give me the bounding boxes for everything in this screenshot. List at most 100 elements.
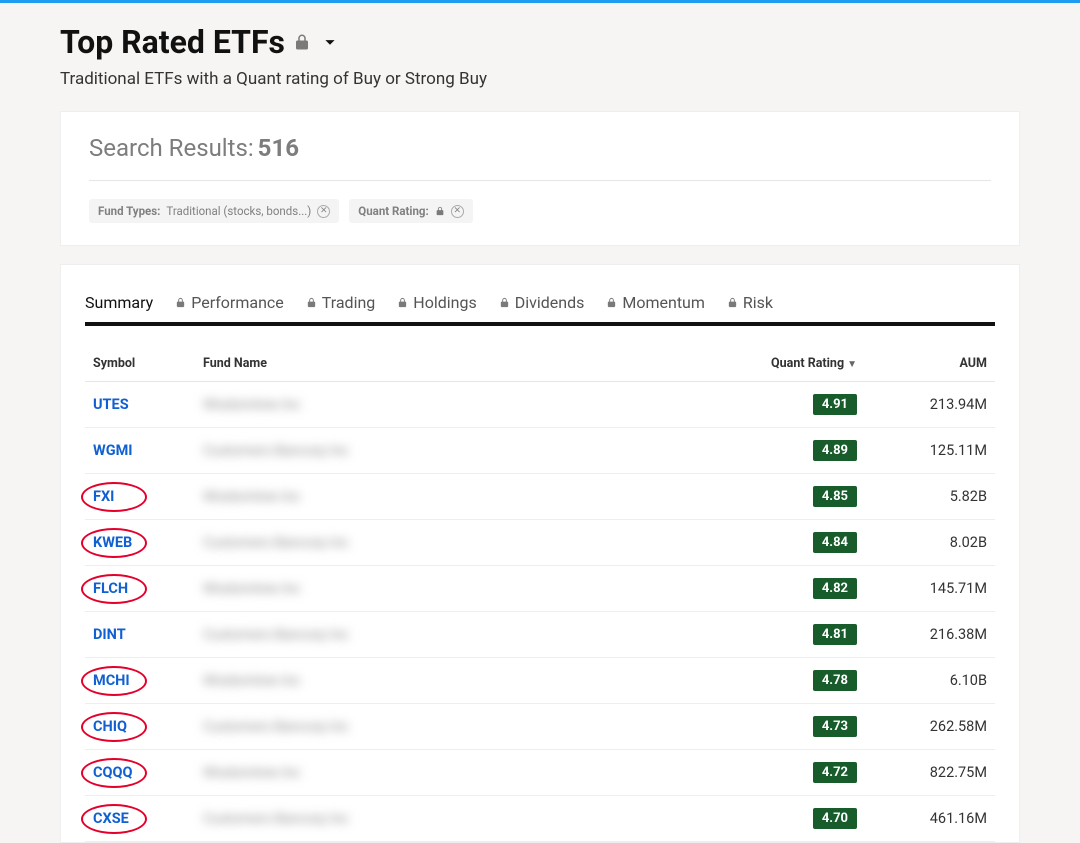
chevron-down-icon[interactable] (319, 31, 341, 53)
cell-fund-name: Customers Bancorp Inc (195, 796, 705, 842)
cell-quant-rating: 4.89 (705, 428, 865, 474)
tab-momentum[interactable]: Momentum (606, 287, 705, 322)
tab-performance[interactable]: Performance (175, 287, 284, 322)
cell-symbol: DINT (85, 612, 195, 658)
page-title: Top Rated ETFs (60, 23, 285, 61)
tab-label: Holdings (413, 293, 476, 312)
cell-fund-name: Wisdomtree Inc (195, 750, 705, 796)
symbol-link[interactable]: KWEB (93, 534, 132, 551)
cell-fund-name: Wisdomtree Inc (195, 382, 705, 428)
page: Top Rated ETFs Traditional ETFs with a Q… (0, 3, 1080, 843)
tab-underline (169, 322, 995, 326)
fund-name-blurred: Customers Bancorp Inc (203, 627, 349, 643)
col-header-fund-name[interactable]: Fund Name (195, 346, 705, 382)
cell-symbol: CHIQ (85, 704, 195, 750)
filter-chips: Fund Types: Traditional (stocks, bonds..… (89, 199, 991, 223)
cell-fund-name: Wisdomtree Inc (195, 474, 705, 520)
tab-label: Trading (322, 293, 376, 312)
cell-aum: 262.58M (865, 704, 995, 750)
symbol-link[interactable]: CQQQ (93, 764, 132, 781)
cell-quant-rating: 4.85 (705, 474, 865, 520)
tabs: Summary Performance Trading Holdings Dividen… (85, 287, 995, 326)
tab-summary[interactable]: Summary (85, 287, 153, 322)
lock-icon (606, 297, 617, 308)
rating-badge: 4.91 (813, 394, 857, 415)
table-row: UTESWisdomtree Inc4.91213.94M (85, 382, 995, 428)
cell-symbol: FXI (85, 474, 195, 520)
cell-symbol: CXSE (85, 796, 195, 842)
symbol-link[interactable]: CXSE (93, 810, 129, 827)
fund-name-blurred: Wisdomtree Inc (203, 765, 301, 781)
fund-name-blurred: Wisdomtree Inc (203, 489, 301, 505)
tab-dividends[interactable]: Dividends (499, 287, 585, 322)
etf-table: Symbol Fund Name Quant Rating▼ AUM UTES W… (85, 346, 995, 842)
col-header-symbol[interactable]: Symbol (85, 346, 195, 382)
table-row: CHIQCustomers Bancorp Inc4.73262.58M (85, 704, 995, 750)
divider (89, 180, 991, 181)
tab-label: Momentum (622, 293, 705, 312)
cell-aum: 461.16M (865, 796, 995, 842)
table-row: FXIWisdomtree Inc4.855.82B (85, 474, 995, 520)
cell-quant-rating: 4.70 (705, 796, 865, 842)
cell-symbol: UTES (85, 382, 195, 428)
cell-symbol: MCHI (85, 658, 195, 704)
cell-quant-rating: 4.84 (705, 520, 865, 566)
cell-symbol: CQQQ (85, 750, 195, 796)
symbol-link[interactable]: FLCH (93, 580, 128, 597)
col-header-aum[interactable]: AUM (865, 346, 995, 382)
lock-icon (175, 297, 186, 308)
fund-name-blurred: Customers Bancorp Inc (203, 443, 349, 459)
cell-aum: 6.10B (865, 658, 995, 704)
fund-name-blurred: Customers Bancorp Inc (203, 811, 349, 827)
tab-label: Risk (743, 293, 773, 312)
lock-icon (435, 206, 445, 216)
fund-name-blurred: Wisdomtree Inc (203, 581, 301, 597)
symbol-link[interactable]: WGMI (93, 442, 133, 459)
chip-remove-icon[interactable]: ✕ (451, 205, 464, 218)
chip-value: Traditional (stocks, bonds...) (166, 204, 311, 218)
rating-badge: 4.89 (813, 440, 857, 461)
fund-name-blurred: Customers Bancorp Inc (203, 719, 349, 735)
table-row: FLCH Wisdomtree Inc 4.82 145.71M (85, 566, 995, 612)
chip-label: Fund Types: (98, 204, 160, 218)
cell-quant-rating: 4.72 (705, 750, 865, 796)
lock-icon (397, 297, 408, 308)
symbol-link[interactable]: UTES (93, 396, 129, 413)
table-row: WGMICustomers Bancorp Inc4.89125.11M (85, 428, 995, 474)
filter-chip[interactable]: Fund Types: Traditional (stocks, bonds..… (89, 199, 339, 223)
table-header-row: Symbol Fund Name Quant Rating▼ AUM (85, 346, 995, 382)
col-header-quant-rating[interactable]: Quant Rating▼ (705, 346, 865, 382)
tab-risk[interactable]: Risk (727, 287, 773, 322)
lock-icon (306, 297, 317, 308)
cell-symbol: WGMI (85, 428, 195, 474)
rating-badge: 4.84 (813, 532, 857, 553)
page-subtitle: Traditional ETFs with a Quant rating of … (60, 69, 1020, 89)
cell-quant-rating: 4.91 (705, 382, 865, 428)
results-card: Search Results: 516 Fund Types: Traditio… (60, 111, 1020, 246)
table-row: CQQQWisdomtree Inc4.72822.75M (85, 750, 995, 796)
rating-badge: 4.82 (813, 578, 857, 599)
table-row: DINTCustomers Bancorp Inc4.81216.38M (85, 612, 995, 658)
cell-fund-name: Customers Bancorp Inc (195, 520, 705, 566)
fund-name-blurred: Wisdomtree Inc (203, 673, 301, 689)
fund-name-blurred: Wisdomtree Inc (203, 397, 301, 413)
tab-holdings[interactable]: Holdings (397, 287, 476, 322)
results-header: Search Results: 516 (89, 134, 991, 162)
results-count: 516 (258, 134, 299, 162)
cell-fund-name: Customers Bancorp Inc (195, 612, 705, 658)
symbol-link[interactable]: MCHI (93, 672, 130, 689)
tab-label: Summary (85, 293, 153, 312)
results-label: Search Results: (89, 134, 254, 162)
symbol-link[interactable]: FXI (93, 488, 114, 505)
cell-symbol: FLCH (85, 566, 195, 612)
symbol-link[interactable]: CHIQ (93, 718, 127, 735)
cell-aum: 145.71M (865, 566, 995, 612)
cell-fund-name: Wisdomtree Inc (195, 658, 705, 704)
filter-chip[interactable]: Quant Rating: ✕ (349, 199, 472, 223)
col-header-quant-rating-label: Quant Rating (771, 356, 844, 371)
chip-remove-icon[interactable]: ✕ (317, 205, 330, 218)
symbol-link[interactable]: DINT (93, 626, 126, 643)
tab-trading[interactable]: Trading (306, 287, 376, 322)
lock-icon (293, 33, 311, 51)
cell-fund-name: Customers Bancorp Inc (195, 428, 705, 474)
